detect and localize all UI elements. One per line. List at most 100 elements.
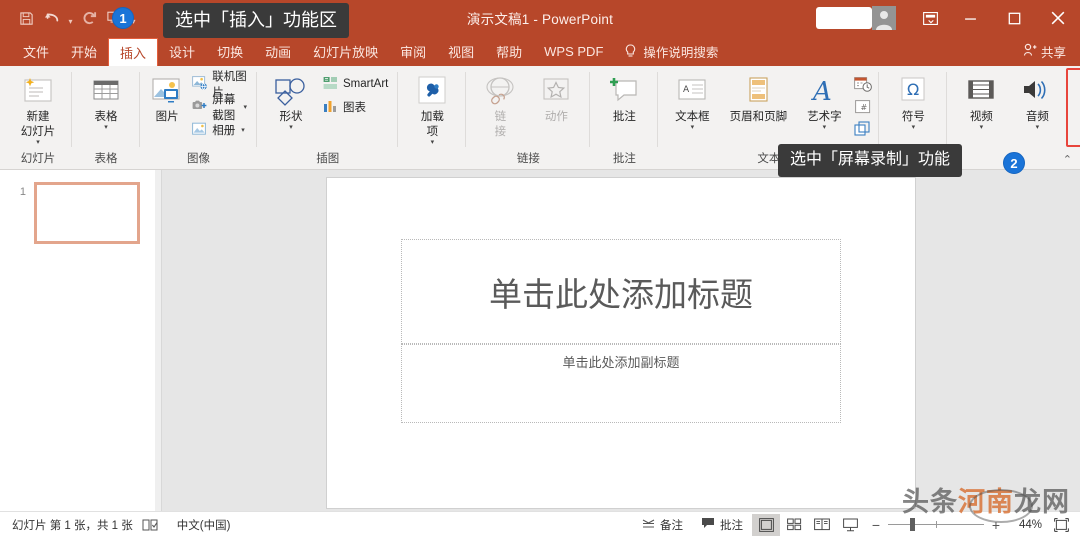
smartart-button[interactable]: SmartArt [320,74,391,94]
minimize-icon[interactable] [948,0,992,36]
slide-count-label: 幻灯片 第 1 张，共 1 张 [12,519,133,532]
action-button[interactable]: 动作 [529,70,583,144]
link-label-line1: 链 [494,111,507,123]
maximize-icon[interactable] [992,0,1036,36]
wordart-icon: A [808,73,840,109]
zoom-slider[interactable] [888,518,984,531]
fit-slide-to-window-button[interactable] [1050,515,1072,535]
tab-insert[interactable]: 插入 [108,38,159,66]
notes-label: 备注 [660,519,683,532]
comments-button[interactable]: 批注 [692,517,752,533]
tab-file[interactable]: 文件 [12,36,60,66]
slideshow-button[interactable] [836,514,864,536]
reading-view-button[interactable] [808,514,836,536]
audio-button[interactable]: 音频 ▾ [1010,70,1064,144]
undo-icon[interactable] [40,6,64,30]
object-icon[interactable] [853,119,872,138]
save-icon[interactable] [14,6,38,30]
photo-album-caret-icon[interactable]: ▾ [241,126,245,134]
symbol-button[interactable]: Ω 符号 ▾ [886,70,940,144]
text-box-button[interactable]: A 文本框 ▾ [665,70,719,144]
zoom-in-button[interactable]: + [990,517,1002,533]
photo-album-button[interactable]: 相册 ▾ [189,120,250,140]
title-placeholder[interactable]: 单击此处添加标题 [401,239,841,344]
symbol-caret-icon[interactable]: ▾ [912,124,916,132]
slide-sorter-button[interactable] [780,514,808,536]
screen-recording-button[interactable]: 屏幕 录制 [1070,71,1080,145]
pictures-icon [150,73,184,109]
link-button[interactable]: 链 接 [473,70,527,144]
add-ins-caret-icon[interactable]: ▾ [431,139,435,147]
shapes-button[interactable]: 形状 ▾ [264,70,318,144]
link-label-line2: 接 [494,126,507,138]
ribbon-display-options-icon[interactable] [912,0,948,36]
tab-home[interactable]: 开始 [60,36,108,66]
language-label[interactable]: 中文(中国) [168,517,240,533]
collapse-ribbon-icon[interactable]: ⌃ [1063,153,1072,166]
audio-label: 音频 [1025,111,1049,123]
zoom-slider-handle[interactable] [910,518,915,531]
screenshot-caret-icon[interactable]: ▾ [244,103,248,111]
add-ins-button[interactable]: 加载 项 ▾ [405,70,459,147]
tab-review[interactable]: 审阅 [389,36,437,66]
smartart-icon [323,76,339,93]
user-account[interactable] [816,6,896,30]
ribbon-group-illustrations: 形状 ▾ SmartArt 图表 插图 [257,66,399,169]
group-label-comments: 批注 [612,153,636,165]
undo-dropdown-caret[interactable]: ▾ [66,7,75,29]
status-bar-left: 幻灯片 第 1 张，共 1 张 中文(中国) [12,517,239,533]
table-button[interactable]: 表格 ▾ [79,70,133,144]
slide-thumbnail-pane: 1 [0,170,162,511]
tell-me-search[interactable]: 操作说明搜索 [614,36,728,66]
subtitle-placeholder[interactable]: 单击此处添加副标题 [401,344,841,423]
action-label: 动作 [544,111,568,123]
slide-number-icon[interactable]: # [853,97,872,116]
notes-button[interactable]: 备注 [633,517,692,533]
new-slide-caret-icon[interactable]: ▾ [36,139,40,147]
slide-editing-surface[interactable]: 单击此处添加标题 单击此处添加副标题 [327,178,915,508]
new-slide-button[interactable]: 新建 幻灯片 ▾ [11,70,65,147]
normal-view-button[interactable] [752,513,780,536]
title-bar-right [816,0,1080,36]
header-footer-button[interactable]: 页眉和页脚 [721,70,795,144]
svg-text:Ω: Ω [907,80,919,99]
share-button[interactable]: 共享 [1023,36,1080,66]
shapes-caret-icon[interactable]: ▾ [289,124,293,132]
tab-help[interactable]: 帮助 [485,36,533,66]
header-footer-label: 页眉和页脚 [729,111,788,123]
svg-text:A: A [811,77,832,106]
comments-label: 批注 [720,519,743,532]
zoom-out-button[interactable]: − [870,517,882,533]
text-box-caret-icon[interactable]: ▾ [691,124,695,132]
group-label-illustrations: 插图 [316,153,340,165]
pictures-button[interactable]: 图片 [147,70,187,144]
tab-view[interactable]: 视图 [437,36,485,66]
wordart-caret-icon[interactable]: ▾ [823,124,827,132]
comment-label: 批注 [612,111,636,123]
tab-wps-pdf[interactable]: WPS PDF [533,36,614,66]
audio-caret-icon[interactable]: ▾ [1036,124,1040,132]
close-icon[interactable] [1036,0,1080,36]
screenshot-button[interactable]: 屏幕截图 ▾ [189,94,250,122]
video-caret-icon[interactable]: ▾ [980,124,984,132]
thumbnail-number: 1 [19,186,26,198]
share-label: 共享 [1040,45,1066,60]
slide-thumbnail-1[interactable] [34,182,140,244]
video-button[interactable]: 视频 ▾ [954,70,1008,144]
avatar[interactable] [872,6,896,30]
table-caret-icon[interactable]: ▾ [104,124,108,132]
tab-slideshow[interactable]: 幻灯片放映 [302,36,389,66]
redo-icon[interactable] [77,6,101,30]
spell-check-icon[interactable] [133,518,168,532]
ribbon-group-links: 链 接 动作 链接 [466,66,591,169]
date-time-icon[interactable] [853,75,872,94]
comment-button[interactable]: 批注 [597,70,651,144]
tab-animations[interactable]: 动画 [254,36,302,66]
wordart-button[interactable]: A 艺术字 ▾ [797,70,851,144]
workspace: 1 单击此处添加标题 单击此处添加副标题 [0,170,1080,511]
thumbnail-scrollbar[interactable] [155,170,161,511]
zoom-level-label[interactable]: 44% [1008,519,1042,531]
chart-button[interactable]: 图表 [320,97,391,117]
tab-transitions[interactable]: 切换 [206,36,254,66]
tab-design[interactable]: 设计 [158,36,206,66]
